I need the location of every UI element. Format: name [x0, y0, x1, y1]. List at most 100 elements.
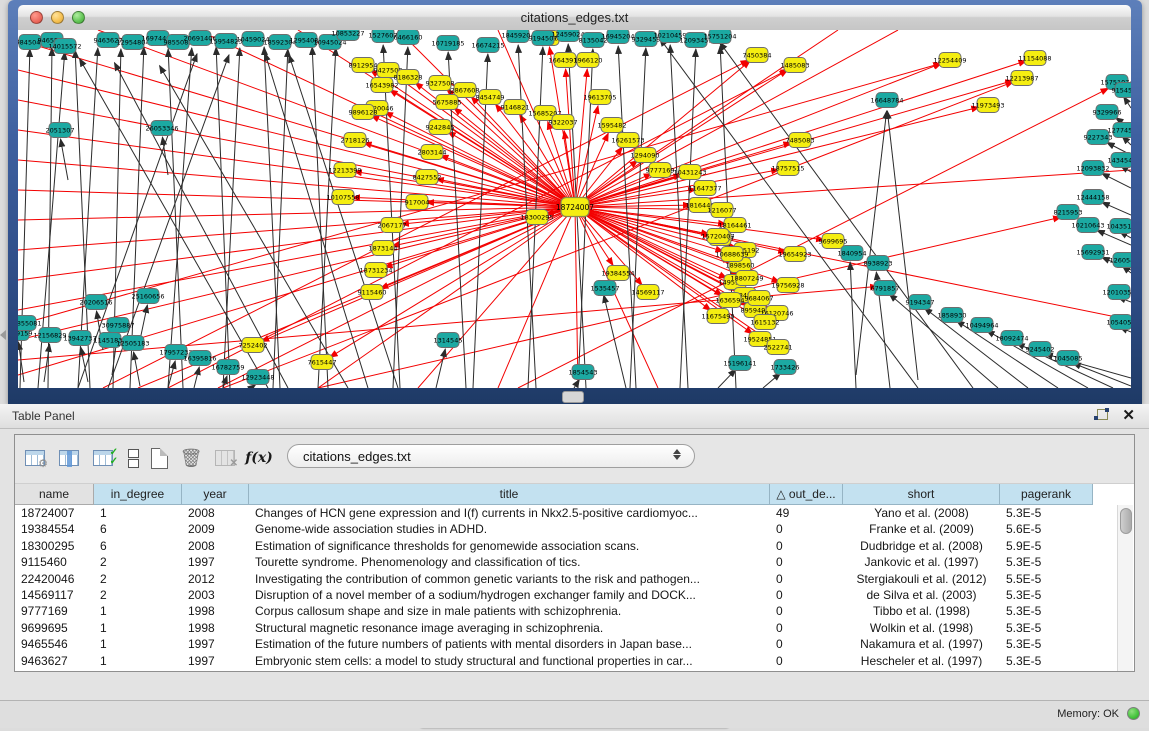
- graph-node[interactable]: 1045085: [1054, 351, 1083, 366]
- scrollbar-thumb[interactable]: [1120, 508, 1132, 534]
- graph-node[interactable]: 9242845: [426, 120, 455, 135]
- graph-node[interactable]: 8454749: [476, 90, 505, 105]
- graph-node[interactable]: 9684067: [745, 291, 774, 306]
- table-row[interactable]: 2242004622012Investigating the contribut…: [15, 571, 1119, 587]
- graph-node[interactable]: 5675885: [433, 95, 462, 110]
- network-canvas[interactable]: 8912954942750881863289327508286760816543…: [18, 30, 1131, 388]
- delete-table-icon[interactable]: 🗑: [177, 444, 205, 472]
- table-row[interactable]: 1830029562008Estimation of significance …: [15, 538, 1119, 554]
- close-icon[interactable]: ✕: [1122, 406, 1135, 424]
- graph-node[interactable]: 12444158: [1076, 190, 1109, 205]
- graph-node[interactable]: 2067177: [378, 218, 407, 233]
- table-row[interactable]: 1872400712008Changes of HCN gene express…: [15, 505, 1119, 521]
- graph-node[interactable]: 7450384: [743, 48, 772, 63]
- graph-node[interactable]: 26053346: [145, 121, 178, 136]
- graph-node[interactable]: 18092474: [995, 331, 1028, 346]
- graph-node[interactable]: 1216077: [708, 203, 737, 218]
- column-header-short[interactable]: short: [843, 484, 1000, 505]
- graph-node[interactable]: 9115460: [358, 285, 387, 300]
- table-row[interactable]: 946362711997Embryonic stem cells: a mode…: [15, 653, 1119, 669]
- graph-node[interactable]: 25160656: [131, 289, 164, 304]
- graph-node[interactable]: 10719185: [431, 36, 464, 51]
- graph-node[interactable]: 2522741: [764, 340, 793, 355]
- graph-node[interactable]: 9777169: [646, 163, 675, 178]
- graph-node[interactable]: 9146821: [501, 100, 530, 115]
- graph-node[interactable]: 8215953: [1054, 205, 1083, 220]
- graph-node[interactable]: 1535457: [591, 281, 620, 296]
- split-pane-handle[interactable]: [562, 391, 584, 403]
- graph-node[interactable]: 15692931: [1076, 245, 1109, 260]
- graph-node[interactable]: 9329966: [1093, 105, 1122, 120]
- graph-node[interactable]: 1966120: [574, 53, 603, 68]
- graph-node[interactable]: 1858930: [938, 308, 967, 323]
- graph-node[interactable]: 11973493: [971, 98, 1004, 113]
- vertical-scrollbar[interactable]: [1117, 505, 1133, 671]
- panel-collapse-arrow[interactable]: [0, 330, 6, 340]
- table-options-icon[interactable]: ⚙: [21, 444, 49, 472]
- graph-node[interactable]: 1854543: [569, 365, 598, 380]
- network-window-titlebar[interactable]: citations_edges.txt: [18, 5, 1131, 31]
- graph-node[interactable]: 1733426: [771, 360, 800, 375]
- graph-node[interactable]: 7252402: [239, 338, 268, 353]
- column-header-in_degree[interactable]: in_degree: [94, 484, 182, 505]
- column-header-pagerank[interactable]: pagerank: [1000, 484, 1093, 505]
- graph-node[interactable]: 7615447: [308, 355, 337, 370]
- graph-node[interactable]: 1434545: [1108, 153, 1131, 168]
- graph-node[interactable]: 1260545: [1110, 253, 1131, 268]
- graph-node[interactable]: 19756928: [771, 278, 804, 293]
- select-columns-icon[interactable]: ✓✓: [89, 444, 117, 472]
- graph-node[interactable]: 20206516: [79, 295, 112, 310]
- graph-node[interactable]: 1043514: [1107, 219, 1131, 234]
- graph-node[interactable]: 19855081: [18, 316, 42, 331]
- row-height-icon[interactable]: [119, 444, 147, 472]
- graph-node[interactable]: 10210643: [1071, 218, 1104, 233]
- function-builder-icon[interactable]: f(x): [245, 444, 273, 472]
- table-row[interactable]: 977716911998Corpus callosum shape and si…: [15, 603, 1119, 619]
- import-table-icon[interactable]: ✕: [211, 444, 239, 472]
- graph-node[interactable]: 2718126: [341, 133, 370, 148]
- graph-node[interactable]: 2051307: [46, 123, 75, 138]
- graph-node[interactable]: 16648784: [870, 93, 903, 108]
- column-header-out_degree[interactable]: △ out_de...: [770, 484, 843, 505]
- graph-node[interactable]: 9896128: [349, 105, 378, 120]
- graph-node[interactable]: 10107558: [326, 190, 359, 205]
- graph-node[interactable]: 6791857: [871, 281, 900, 296]
- table-row[interactable]: 969969511998Structural magnetic resonanc…: [15, 620, 1119, 636]
- column-header-title[interactable]: title: [249, 484, 770, 505]
- graph-node[interactable]: 1314545: [434, 333, 463, 348]
- table-row[interactable]: 1938455462009Genome-wide association stu…: [15, 521, 1119, 537]
- column-header-name[interactable]: name: [15, 484, 94, 505]
- table-row[interactable]: 946554611997Estimation of the future num…: [15, 636, 1119, 652]
- graph-node[interactable]: 13942737: [63, 331, 96, 346]
- graph-node[interactable]: 19613705: [583, 90, 616, 105]
- graph-node[interactable]: 917004: [405, 195, 430, 210]
- graph-node[interactable]: 1873144: [369, 241, 398, 256]
- graph-node[interactable]: 6466160: [394, 30, 423, 45]
- graph-node[interactable]: 12010354: [1102, 285, 1131, 300]
- graph-node[interactable]: 9245402: [1026, 342, 1055, 357]
- graph-node[interactable]: 14569117: [631, 285, 664, 300]
- float-window-icon[interactable]: [1094, 408, 1109, 423]
- graph-node[interactable]: 16674215: [471, 38, 504, 53]
- graph-node[interactable]: 11647377: [688, 181, 721, 196]
- graph-node[interactable]: 2803144: [418, 145, 447, 160]
- graph-node[interactable]: 12923448: [241, 370, 274, 385]
- graph-node[interactable]: 11154088: [1018, 51, 1051, 66]
- table-row[interactable]: 911546021997Tourette syndrome. Phenomeno…: [15, 554, 1119, 570]
- graph-node[interactable]: 30975887: [101, 318, 134, 333]
- graph-node[interactable]: 1294090: [631, 148, 660, 163]
- graph-node[interactable]: 1054054: [1107, 315, 1131, 330]
- graph-node[interactable]: 1840954: [838, 246, 867, 261]
- graph-node[interactable]: 7485083: [786, 133, 815, 148]
- graph-node[interactable]: 1485083: [781, 58, 810, 73]
- graph-node[interactable]: 9322037: [549, 115, 578, 130]
- column-header-year[interactable]: year: [182, 484, 249, 505]
- graph-node[interactable]: 15196141: [723, 356, 756, 371]
- table-selector-dropdown[interactable]: citations_edges.txt: [287, 444, 695, 468]
- graph-node[interactable]: 19654923: [778, 247, 811, 262]
- graph-node[interactable]: 1595482: [598, 118, 627, 133]
- graph-node[interactable]: 11675490: [701, 309, 734, 324]
- graph-hub-node[interactable]: 18724007: [556, 198, 594, 217]
- graph-node[interactable]: 1615132: [751, 315, 780, 330]
- graph-node[interactable]: 1636594: [716, 293, 745, 308]
